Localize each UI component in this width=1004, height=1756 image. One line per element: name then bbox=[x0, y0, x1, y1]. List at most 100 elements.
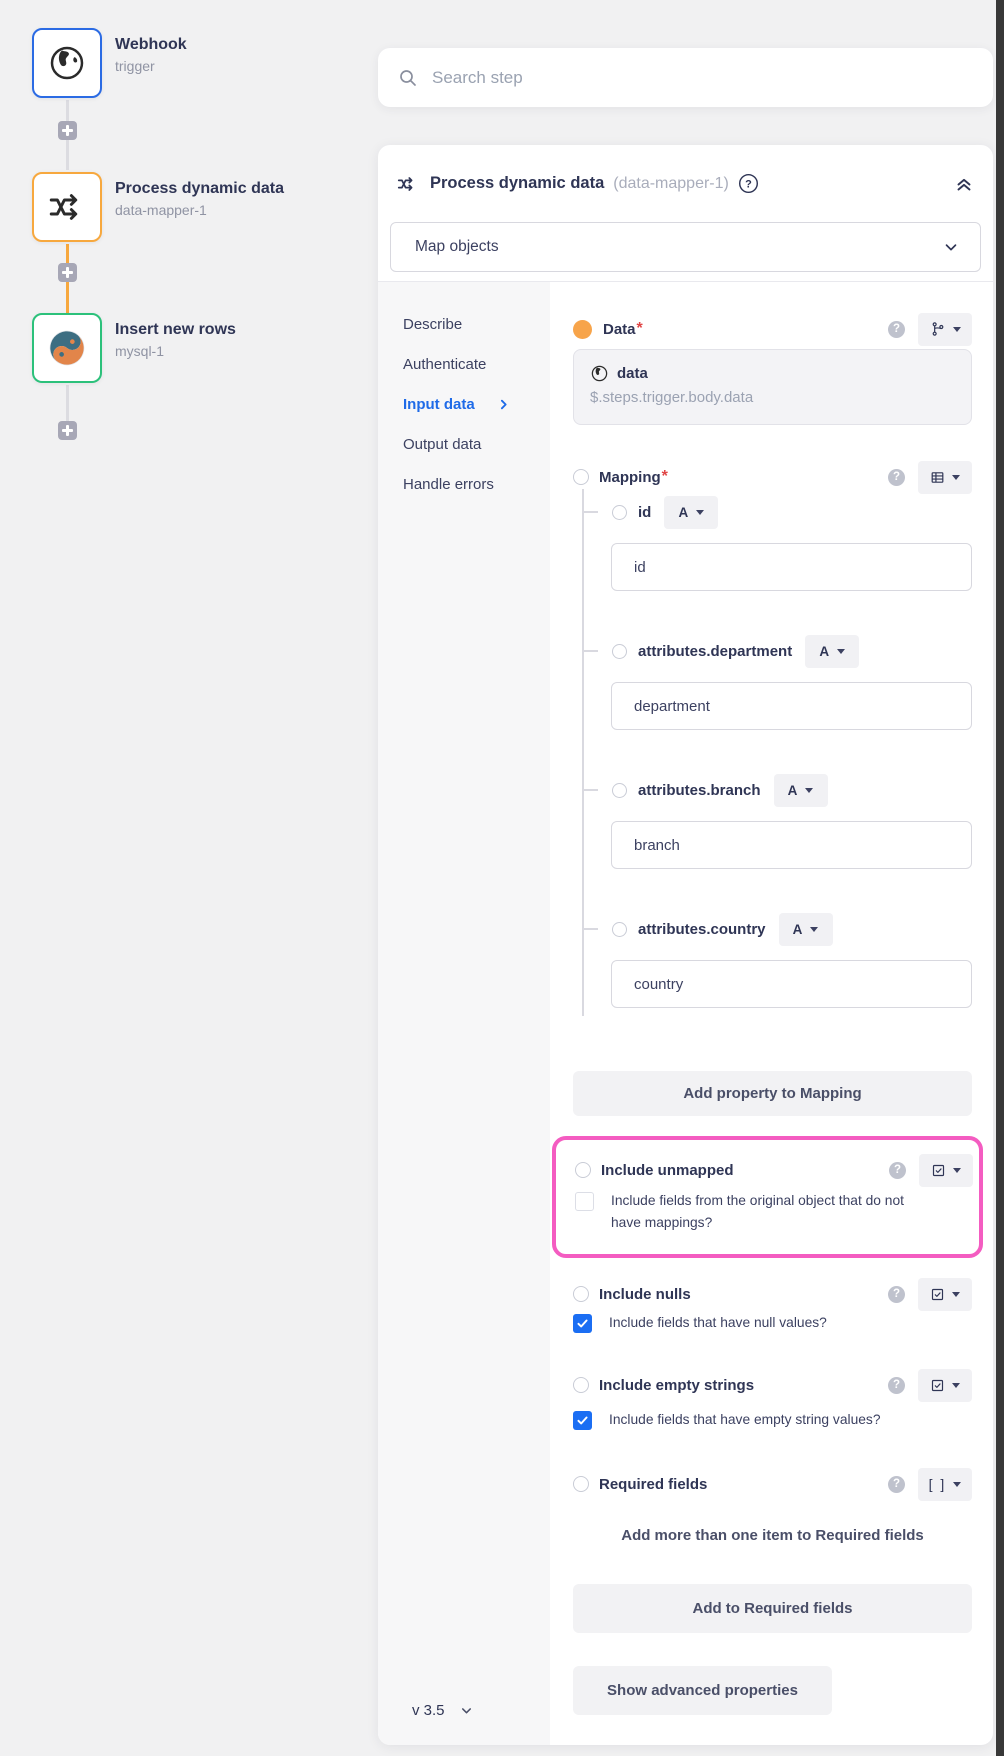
add-step-button[interactable] bbox=[58, 421, 77, 440]
add-step-button[interactable] bbox=[58, 121, 77, 140]
mapping-field-country: attributes.country A bbox=[573, 917, 972, 1008]
unmapped-status-radio[interactable] bbox=[612, 505, 627, 520]
unmapped-status-radio[interactable] bbox=[612, 783, 627, 798]
unmapped-status-radio[interactable] bbox=[575, 1162, 591, 1178]
operation-selected-value: Map objects bbox=[415, 238, 499, 256]
token-jsonpath: $.steps.trigger.body.data bbox=[590, 389, 955, 406]
field-label: Include unmapped bbox=[601, 1162, 734, 1179]
include-unmapped-row: Include unmapped ? bbox=[575, 1160, 973, 1180]
help-line: Include fields from the original object … bbox=[611, 1193, 904, 1208]
help-line: have mappings? bbox=[611, 1215, 712, 1230]
mapping-value-input[interactable] bbox=[611, 682, 972, 730]
search-input[interactable] bbox=[432, 68, 973, 88]
string-type-picker[interactable]: A bbox=[664, 496, 718, 529]
mapping-key-label: attributes.country bbox=[638, 921, 766, 938]
panel-header: Process dynamic data (data-mapper-1) ? bbox=[378, 145, 993, 222]
caret-down-icon bbox=[952, 475, 960, 480]
step-config-panel: Process dynamic data (data-mapper-1) ? M… bbox=[378, 145, 993, 1745]
caret-down-icon bbox=[952, 1383, 960, 1388]
caret-down-icon bbox=[805, 788, 813, 793]
data-field-row: Data * ? bbox=[573, 318, 972, 340]
node-label-mysql: Insert new rows mysql-1 bbox=[115, 321, 375, 359]
node-subtitle: data-mapper-1 bbox=[115, 202, 375, 218]
tab-output-data[interactable]: Output data bbox=[378, 424, 550, 464]
unmapped-status-radio[interactable] bbox=[573, 469, 589, 485]
help-icon[interactable]: ? bbox=[888, 321, 905, 338]
field-label: Required fields bbox=[599, 1476, 707, 1493]
caret-down-icon bbox=[953, 1168, 961, 1173]
node-title: Process dynamic data bbox=[115, 180, 375, 198]
boolean-type-picker[interactable] bbox=[919, 1154, 973, 1187]
help-icon[interactable]: ? bbox=[888, 1476, 905, 1493]
help-icon[interactable]: ? bbox=[888, 1286, 905, 1303]
add-step-button[interactable] bbox=[58, 263, 77, 282]
add-to-required-fields-button[interactable]: Add to Required fields bbox=[573, 1584, 972, 1633]
mapping-key-label: id bbox=[638, 504, 651, 521]
array-brackets-icon: [ ] bbox=[929, 1476, 947, 1492]
field-label: Include nulls bbox=[599, 1286, 691, 1303]
globe-icon bbox=[47, 43, 87, 83]
tab-label: Input data bbox=[403, 396, 475, 413]
required-fields-hint: Add more than one item to Required field… bbox=[573, 1527, 972, 1547]
version-selector[interactable]: v 3.5 bbox=[378, 1702, 550, 1719]
string-type-picker[interactable]: A bbox=[805, 635, 859, 668]
workflow-node-webhook[interactable] bbox=[32, 28, 102, 98]
tab-label: Authenticate bbox=[403, 356, 486, 373]
object-table-icon bbox=[930, 470, 945, 485]
string-type-picker[interactable]: A bbox=[774, 774, 828, 807]
include-empty-strings-row: Include empty strings ? bbox=[573, 1375, 972, 1395]
unmapped-status-radio[interactable] bbox=[573, 1377, 589, 1393]
help-icon[interactable]: ? bbox=[888, 469, 905, 486]
include-empty-strings-checkbox[interactable] bbox=[573, 1411, 592, 1430]
caret-down-icon bbox=[953, 327, 961, 332]
required-fields-row: Required fields ? [ ] bbox=[573, 1474, 972, 1494]
mapping-field-row: Mapping * ? bbox=[573, 465, 972, 489]
tab-input-data[interactable]: Input data bbox=[378, 384, 550, 424]
add-property-to-mapping-button[interactable]: Add property to Mapping bbox=[573, 1071, 972, 1116]
help-icon[interactable]: ? bbox=[888, 1377, 905, 1394]
shuffle-icon bbox=[46, 186, 88, 228]
workflow-node-mysql[interactable] bbox=[32, 313, 102, 383]
help-icon[interactable]: ? bbox=[738, 173, 759, 194]
array-type-picker[interactable]: [ ] bbox=[918, 1468, 972, 1501]
input-data-form: Data * ? bbox=[550, 282, 993, 1745]
unmapped-status-radio[interactable] bbox=[573, 1286, 589, 1302]
string-type-picker[interactable]: A bbox=[779, 913, 833, 946]
mapping-value-input[interactable] bbox=[611, 960, 972, 1008]
caret-down-icon bbox=[953, 1482, 961, 1487]
node-label-webhook: Webhook trigger bbox=[115, 36, 375, 74]
checkbox-type-icon bbox=[931, 1163, 946, 1178]
operation-select[interactable]: Map objects bbox=[390, 222, 981, 272]
mapping-value-input[interactable] bbox=[611, 821, 972, 869]
include-unmapped-checkbox[interactable] bbox=[575, 1192, 594, 1211]
mapping-value-input[interactable] bbox=[611, 543, 972, 591]
required-asterisk: * bbox=[637, 320, 643, 338]
node-subtitle: trigger bbox=[115, 58, 375, 74]
jsonpath-icon bbox=[930, 321, 946, 337]
tab-describe[interactable]: Describe bbox=[378, 304, 550, 344]
data-token-box[interactable]: data $.steps.trigger.body.data bbox=[573, 349, 972, 425]
boolean-type-picker[interactable] bbox=[918, 1369, 972, 1402]
unmapped-status-radio[interactable] bbox=[573, 1476, 589, 1492]
type-letter: A bbox=[793, 922, 804, 937]
checkbox-type-icon bbox=[930, 1378, 945, 1393]
checkbox-help-text: Include fields from the original object … bbox=[611, 1190, 904, 1234]
help-icon[interactable]: ? bbox=[889, 1162, 906, 1179]
unmapped-status-radio[interactable] bbox=[612, 644, 627, 659]
version-label: v 3.5 bbox=[412, 1702, 445, 1719]
workflow-node-data-mapper[interactable] bbox=[32, 172, 102, 242]
unmapped-status-radio[interactable] bbox=[612, 922, 627, 937]
tab-handle-errors[interactable]: Handle errors bbox=[378, 464, 550, 504]
boolean-type-picker[interactable] bbox=[918, 1278, 972, 1311]
node-title: Webhook bbox=[115, 36, 375, 54]
tab-authenticate[interactable]: Authenticate bbox=[378, 344, 550, 384]
data-type-picker[interactable] bbox=[918, 313, 972, 346]
show-advanced-properties-button[interactable]: Show advanced properties bbox=[573, 1666, 832, 1715]
include-nulls-checkbox[interactable] bbox=[573, 1314, 592, 1333]
collapse-panel-icon[interactable] bbox=[953, 173, 975, 195]
mysql-icon bbox=[47, 328, 87, 368]
mapping-tree: id A attributes.department A bbox=[573, 489, 972, 1008]
tab-label: Describe bbox=[403, 316, 462, 333]
node-label-data-mapper: Process dynamic data data-mapper-1 bbox=[115, 180, 375, 218]
shuffle-icon bbox=[396, 173, 418, 195]
